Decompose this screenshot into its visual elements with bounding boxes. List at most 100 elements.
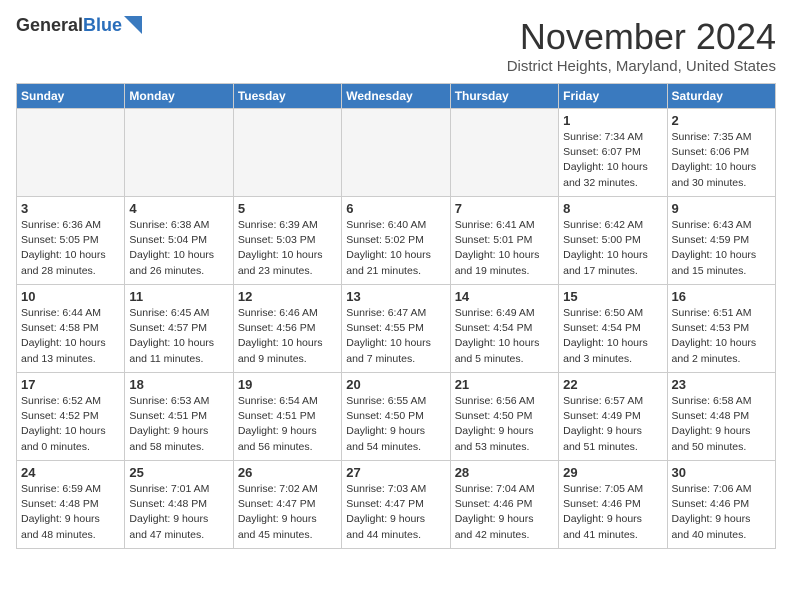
calendar-day-cell (450, 109, 558, 197)
day-number: 29 (563, 465, 662, 480)
day-number: 23 (672, 377, 771, 392)
day-number: 20 (346, 377, 445, 392)
calendar-day-cell: 17 Sunrise: 6:52 AM Sunset: 4:52 PM Dayli… (17, 373, 125, 461)
day-info: Sunrise: 6:40 AM Sunset: 5:02 PM Dayligh… (346, 218, 445, 279)
calendar-day-cell: 18Sunrise: 6:53 AM Sunset: 4:51 PM Dayli… (125, 373, 233, 461)
calendar-day-cell: 16Sunrise: 6:51 AM Sunset: 4:53 PM Dayli… (667, 285, 775, 373)
calendar-day-cell: 12 Sunrise: 6:46 AM Sunset: 4:56 PM Dayli… (233, 285, 341, 373)
calendar-week-row: 3Sunrise: 6:36 AM Sunset: 5:05 PM Daylig… (17, 197, 776, 285)
day-number: 3 (21, 201, 120, 216)
day-number: 6 (346, 201, 445, 216)
day-number: 22 (563, 377, 662, 392)
day-info: Sunrise: 6:38 AM Sunset: 5:04 PM Dayligh… (129, 218, 228, 279)
day-number: 17 (21, 377, 120, 392)
calendar-day-cell: 2 Sunrise: 7:35 AM Sunset: 6:06 PM Daylig… (667, 109, 775, 197)
calendar-day-cell: 10Sunrise: 6:44 AM Sunset: 4:58 PM Dayli… (17, 285, 125, 373)
day-number: 8 (563, 201, 662, 216)
calendar-header-row: SundayMondayTuesdayWednesdayThursdayFrid… (17, 84, 776, 109)
day-number: 7 (455, 201, 554, 216)
calendar-day-cell (125, 109, 233, 197)
calendar-day-cell: 11 Sunrise: 6:45 AM Sunset: 4:57 PM Dayli… (125, 285, 233, 373)
weekday-header: Monday (125, 84, 233, 109)
day-number: 28 (455, 465, 554, 480)
logo-text: GeneralBlue (16, 16, 122, 36)
day-info: Sunrise: 6:53 AM Sunset: 4:51 PM Dayligh… (129, 394, 228, 455)
day-number: 14 (455, 289, 554, 304)
day-number: 1 (563, 113, 662, 128)
day-info: Sunrise: 6:50 AM Sunset: 4:54 PM Dayligh… (563, 306, 662, 367)
day-number: 9 (672, 201, 771, 216)
day-number: 19 (238, 377, 337, 392)
calendar-day-cell: 26Sunrise: 7:02 AM Sunset: 4:47 PM Dayli… (233, 461, 341, 549)
calendar-day-cell: 9 Sunrise: 6:43 AM Sunset: 4:59 PM Daylig… (667, 197, 775, 285)
calendar-day-cell: 1Sunrise: 7:34 AM Sunset: 6:07 PM Daylig… (559, 109, 667, 197)
logo: GeneralBlue (16, 16, 142, 36)
day-number: 21 (455, 377, 554, 392)
calendar-day-cell: 24 Sunrise: 6:59 AM Sunset: 4:48 PM Dayli… (17, 461, 125, 549)
day-info: Sunrise: 6:43 AM Sunset: 4:59 PM Dayligh… (672, 218, 771, 279)
weekday-header: Tuesday (233, 84, 341, 109)
weekday-header: Thursday (450, 84, 558, 109)
logo-icon (124, 16, 142, 34)
page-header: GeneralBlue November 2024 District Heigh… (16, 16, 776, 75)
calendar-day-cell: 25 Sunrise: 7:01 AM Sunset: 4:48 PM Dayli… (125, 461, 233, 549)
day-info: Sunrise: 7:04 AM Sunset: 4:46 PM Dayligh… (455, 482, 554, 543)
day-info: Sunrise: 6:51 AM Sunset: 4:53 PM Dayligh… (672, 306, 771, 367)
weekday-header: Friday (559, 84, 667, 109)
day-info: Sunrise: 6:57 AM Sunset: 4:49 PM Dayligh… (563, 394, 662, 455)
title-section: November 2024 District Heights, Maryland… (507, 16, 776, 75)
location: District Heights, Maryland, United State… (507, 58, 776, 75)
calendar-day-cell: 7Sunrise: 6:41 AM Sunset: 5:01 PM Daylig… (450, 197, 558, 285)
calendar-week-row: 24 Sunrise: 6:59 AM Sunset: 4:48 PM Dayli… (17, 461, 776, 549)
calendar-day-cell: 14 Sunrise: 6:49 AM Sunset: 4:54 PM Dayli… (450, 285, 558, 373)
calendar-day-cell (233, 109, 341, 197)
calendar-day-cell: 28 Sunrise: 7:04 AM Sunset: 4:46 PM Dayli… (450, 461, 558, 549)
day-number: 11 (129, 289, 228, 304)
calendar-table: SundayMondayTuesdayWednesdayThursdayFrid… (16, 83, 776, 549)
weekday-header: Wednesday (342, 84, 450, 109)
day-info: Sunrise: 6:56 AM Sunset: 4:50 PM Dayligh… (455, 394, 554, 455)
day-info: Sunrise: 6:47 AM Sunset: 4:55 PM Dayligh… (346, 306, 445, 367)
day-info: Sunrise: 6:45 AM Sunset: 4:57 PM Dayligh… (129, 306, 228, 367)
day-number: 15 (563, 289, 662, 304)
day-info: Sunrise: 6:58 AM Sunset: 4:48 PM Dayligh… (672, 394, 771, 455)
calendar-day-cell: 19 Sunrise: 6:54 AM Sunset: 4:51 PM Dayli… (233, 373, 341, 461)
calendar-day-cell: 27Sunrise: 7:03 AM Sunset: 4:47 PM Dayli… (342, 461, 450, 549)
day-number: 24 (21, 465, 120, 480)
day-number: 2 (672, 113, 771, 128)
day-info: Sunrise: 7:35 AM Sunset: 6:06 PM Dayligh… (672, 130, 771, 191)
calendar-week-row: 10Sunrise: 6:44 AM Sunset: 4:58 PM Dayli… (17, 285, 776, 373)
day-info: Sunrise: 7:05 AM Sunset: 4:46 PM Dayligh… (563, 482, 662, 543)
day-info: Sunrise: 6:39 AM Sunset: 5:03 PM Dayligh… (238, 218, 337, 279)
day-number: 12 (238, 289, 337, 304)
calendar-day-cell: 22 Sunrise: 6:57 AM Sunset: 4:49 PM Dayli… (559, 373, 667, 461)
calendar-day-cell: 3Sunrise: 6:36 AM Sunset: 5:05 PM Daylig… (17, 197, 125, 285)
day-info: Sunrise: 6:46 AM Sunset: 4:56 PM Dayligh… (238, 306, 337, 367)
day-number: 25 (129, 465, 228, 480)
day-info: Sunrise: 6:52 AM Sunset: 4:52 PM Dayligh… (21, 394, 120, 455)
calendar-body: 1Sunrise: 7:34 AM Sunset: 6:07 PM Daylig… (17, 109, 776, 549)
day-info: Sunrise: 6:54 AM Sunset: 4:51 PM Dayligh… (238, 394, 337, 455)
day-info: Sunrise: 7:01 AM Sunset: 4:48 PM Dayligh… (129, 482, 228, 543)
day-number: 5 (238, 201, 337, 216)
calendar-week-row: 17 Sunrise: 6:52 AM Sunset: 4:52 PM Dayli… (17, 373, 776, 461)
day-number: 10 (21, 289, 120, 304)
day-info: Sunrise: 7:02 AM Sunset: 4:47 PM Dayligh… (238, 482, 337, 543)
calendar-day-cell (17, 109, 125, 197)
calendar-day-cell: 30 Sunrise: 7:06 AM Sunset: 4:46 PM Dayli… (667, 461, 775, 549)
calendar-day-cell (342, 109, 450, 197)
day-info: Sunrise: 6:59 AM Sunset: 4:48 PM Dayligh… (21, 482, 120, 543)
day-info: Sunrise: 6:49 AM Sunset: 4:54 PM Dayligh… (455, 306, 554, 367)
calendar-day-cell: 21 Sunrise: 6:56 AM Sunset: 4:50 PM Dayli… (450, 373, 558, 461)
day-number: 27 (346, 465, 445, 480)
calendar-day-cell: 6 Sunrise: 6:40 AM Sunset: 5:02 PM Daylig… (342, 197, 450, 285)
calendar-day-cell: 20 Sunrise: 6:55 AM Sunset: 4:50 PM Dayli… (342, 373, 450, 461)
month-title: November 2024 (507, 16, 776, 58)
day-info: Sunrise: 7:06 AM Sunset: 4:46 PM Dayligh… (672, 482, 771, 543)
day-info: Sunrise: 6:42 AM Sunset: 5:00 PM Dayligh… (563, 218, 662, 279)
weekday-header: Saturday (667, 84, 775, 109)
calendar-day-cell: 8 Sunrise: 6:42 AM Sunset: 5:00 PM Daylig… (559, 197, 667, 285)
day-info: Sunrise: 6:55 AM Sunset: 4:50 PM Dayligh… (346, 394, 445, 455)
day-number: 30 (672, 465, 771, 480)
calendar-day-cell: 4Sunrise: 6:38 AM Sunset: 5:04 PM Daylig… (125, 197, 233, 285)
